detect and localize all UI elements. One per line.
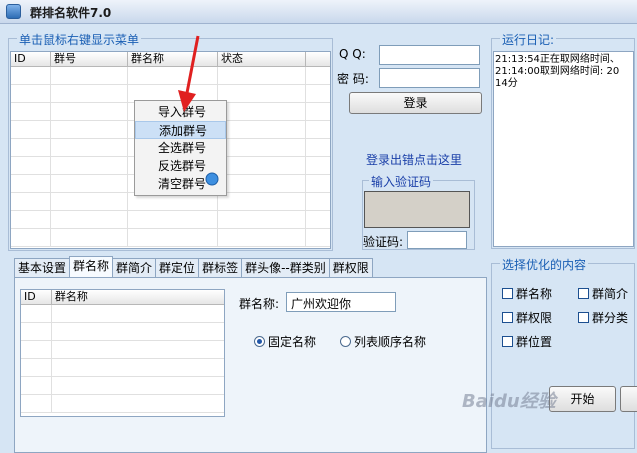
checkbox-group-name[interactable]: 群名称 <box>502 285 552 302</box>
col-group-number[interactable]: 群号 <box>51 52 128 66</box>
checkbox-label: 群分类 <box>592 311 629 325</box>
group-name-label: 群名称: <box>239 297 280 311</box>
tab-avatar-category[interactable]: 群头像--群类别 <box>241 258 330 277</box>
qq-label: Q Q: <box>339 47 366 61</box>
password-label: 密 码: <box>337 72 369 86</box>
log-panel: 运行日记: 21:13:54正在取网络时间、 21:14:00取到网络时间: 2… <box>491 31 635 249</box>
optimize-panel: 选择优化的内容 群名称 群简介 群权限 群分类 群位置 开始 <box>491 256 637 449</box>
group-name-input[interactable]: 广州欢迎你 <box>286 292 396 312</box>
tab-group-tags[interactable]: 群标签 <box>198 258 243 277</box>
tab-basic-settings[interactable]: 基本设置 <box>14 258 71 277</box>
checkbox-icon <box>578 288 589 299</box>
password-input[interactable] <box>379 68 480 88</box>
menu-item-add[interactable]: 添加群号 <box>135 121 226 139</box>
table-header: ID 群名称 <box>21 290 224 305</box>
checkbox-icon <box>578 312 589 323</box>
log-textarea[interactable]: 21:13:54正在取网络时间、 21:14:00取到网络时间: 20 14分 <box>493 51 634 247</box>
tab-group-intro[interactable]: 群简介 <box>112 258 157 277</box>
col-status[interactable]: 状态 <box>218 52 306 66</box>
tab-group-permissions[interactable]: 群权限 <box>328 258 373 277</box>
second-button[interactable] <box>620 386 637 412</box>
checkbox-group-intro[interactable]: 群简介 <box>578 285 628 302</box>
log-line: 14分 <box>495 78 518 89</box>
checkbox-label: 群名称 <box>516 287 553 301</box>
baidu-watermark: Baidu经验 <box>462 391 556 412</box>
checkbox-label: 群权限 <box>516 311 553 325</box>
log-line: 21:13:54正在取网络时间、 <box>495 54 620 65</box>
cursor-hand-icon <box>205 172 219 186</box>
captcha-input[interactable] <box>407 231 467 249</box>
captcha-image <box>364 191 470 228</box>
table-row <box>21 323 224 341</box>
table-row <box>21 305 224 323</box>
group-list-title: 单击鼠标右键显示菜单 <box>17 31 142 48</box>
window-title: 群排名软件7.0 <box>30 6 112 20</box>
checkbox-label: 群简介 <box>592 287 629 301</box>
radio-list-order-name[interactable]: 列表顺序名称 <box>340 333 426 350</box>
start-button[interactable]: 开始 <box>549 386 616 412</box>
red-arrow-annotation-icon <box>178 35 200 112</box>
name-list-table[interactable]: ID 群名称 <box>20 289 225 417</box>
log-title: 运行日记: <box>500 31 557 48</box>
table-row <box>21 377 224 395</box>
checkbox-group-permissions[interactable]: 群权限 <box>502 309 552 326</box>
tab-group-location[interactable]: 群定位 <box>155 258 200 277</box>
radio-fixed-label: 固定名称 <box>268 335 317 349</box>
captcha-group: 输入验证码 验证码: <box>362 173 475 250</box>
table-row <box>11 211 330 229</box>
tab-group-name[interactable]: 群名称 <box>69 256 114 277</box>
table-row <box>11 229 330 247</box>
optimize-title: 选择优化的内容 <box>500 256 589 273</box>
main-window: 单击鼠标右键显示菜单 ID 群号 群名称 状态 导入群号 添加群号 全选群号 反… <box>0 24 637 453</box>
radio-list-label: 列表顺序名称 <box>354 335 427 349</box>
checkbox-icon <box>502 288 513 299</box>
table-row <box>21 359 224 377</box>
radio-fixed-name[interactable]: 固定名称 <box>254 333 316 350</box>
tab-panel-group-name: ID 群名称 群名称: 广州欢迎你 固定名称 列表顺序名称 <box>14 277 487 453</box>
qq-input[interactable] <box>379 45 480 65</box>
col-group-name[interactable]: 群名称 <box>52 290 224 304</box>
checkbox-label: 群位置 <box>516 335 553 349</box>
captcha-label: 验证码: <box>363 235 404 249</box>
checkbox-icon <box>502 312 513 323</box>
col-id[interactable]: ID <box>21 290 52 304</box>
captcha-group-title: 输入验证码 <box>369 173 434 190</box>
table-row <box>21 395 224 413</box>
checkbox-icon <box>502 336 513 347</box>
table-row <box>21 341 224 359</box>
settings-tabs: 基本设置 群名称 群简介 群定位 群标签 群头像--群类别 群权限 <box>14 256 373 277</box>
radio-button-icon <box>254 336 265 347</box>
log-line: 21:14:00取到网络时间: 20 <box>495 66 620 77</box>
menu-item-select-all[interactable]: 全选群号 <box>135 139 226 157</box>
col-id[interactable]: ID <box>11 52 51 66</box>
app-icon <box>6 4 21 19</box>
login-error-link[interactable]: 登录出错点击这里 <box>366 151 462 168</box>
checkbox-group-category[interactable]: 群分类 <box>578 309 628 326</box>
checkbox-group-location[interactable]: 群位置 <box>502 333 552 350</box>
radio-button-icon <box>340 336 351 347</box>
title-bar: 群排名软件7.0 <box>0 0 637 24</box>
login-button[interactable]: 登录 <box>349 92 482 114</box>
